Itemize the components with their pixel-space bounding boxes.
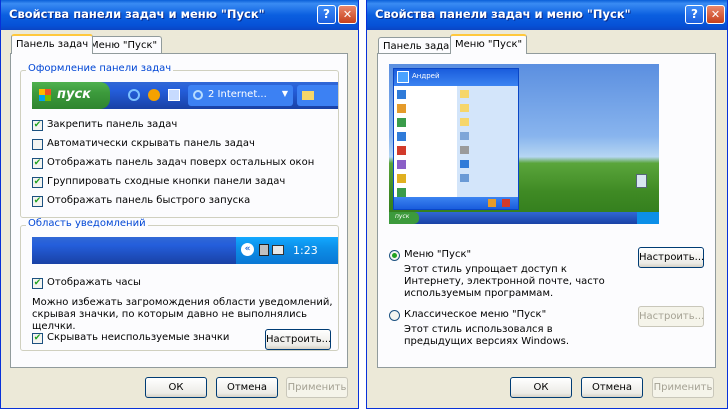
tab-panel: Андрей пуск Меню "Пуск" Этот стиль упрощ… — [377, 53, 716, 368]
help-button[interactable]: ? — [317, 5, 336, 24]
taskbar-preview: пуск 2 Internet... ▼ — [32, 82, 338, 109]
checkbox-auto-hide[interactable] — [32, 139, 43, 150]
checkbox-group-buttons[interactable]: ✔ — [32, 177, 43, 188]
close-button[interactable]: ✕ — [338, 5, 357, 24]
customize-start-menu-button[interactable]: Настроить... — [638, 247, 704, 268]
tab-panel: Оформление панели задач пуск 2 Internet.… — [10, 53, 348, 368]
start-menu-right-column — [457, 86, 518, 197]
recycle-bin-icon — [636, 174, 647, 188]
butterfly-icon — [397, 71, 409, 83]
ok-button[interactable]: ОК — [510, 377, 572, 398]
tab-taskbar[interactable]: Панель задач — [378, 37, 461, 54]
mini-taskbar: пуск — [389, 212, 659, 224]
help-button[interactable]: ? — [685, 5, 704, 24]
option-label: Классическое меню "Пуск" — [404, 309, 547, 320]
app-icon — [397, 104, 406, 113]
user-name: Андрей — [412, 72, 440, 80]
option-label: Скрывать неиспользуемые значки — [47, 332, 230, 343]
app-icon — [397, 132, 406, 141]
apply-button[interactable]: Применить — [286, 377, 348, 398]
cancel-button[interactable]: Отмена — [581, 377, 643, 398]
group-label: Область уведомлений — [26, 218, 148, 229]
classic-menu-description: Этот стиль использовался в предыдущих ве… — [404, 324, 570, 347]
computer-icon — [460, 132, 469, 140]
checkbox-show-clock[interactable]: ✔ — [32, 278, 43, 289]
gear-icon — [460, 146, 469, 154]
checkbox-on-top[interactable]: ✔ — [32, 158, 43, 169]
close-button[interactable]: ✕ — [706, 5, 725, 24]
option-label: Отображать панель задач поверх остальных… — [47, 157, 315, 168]
network-icon — [259, 244, 269, 256]
ie-icon — [193, 90, 203, 100]
right-dialog-window: Свойства панели задач и меню "Пуск" ? ✕ … — [366, 0, 728, 409]
start-menu-footer — [394, 197, 518, 209]
task-button-preview: 2 Internet... ▼ — [188, 85, 293, 106]
desktop-icon — [168, 89, 180, 101]
group-label: Оформление панели задач — [26, 63, 174, 74]
radio-classic-menu[interactable] — [389, 310, 400, 321]
option-label: Закрепить панель задач — [47, 119, 178, 130]
notification-preview: « 1:23 — [32, 237, 338, 264]
start-menu-mock: Андрей — [393, 68, 519, 210]
ie-icon — [128, 89, 140, 101]
checkbox-lock-taskbar[interactable]: ✔ — [32, 120, 43, 131]
left-dialog-window: Свойства панели задач и меню "Пуск" ? ✕ … — [0, 0, 359, 409]
title-bar[interactable]: Свойства панели задач и меню "Пуск" ? ✕ — [1, 0, 358, 30]
app-icon — [397, 160, 406, 169]
tab-start-menu[interactable]: Меню "Пуск" — [450, 34, 528, 54]
customize-classic-menu-button[interactable]: Настроить... — [638, 306, 704, 327]
start-menu-left-column — [394, 86, 457, 197]
radio-start-menu[interactable] — [389, 250, 400, 261]
start-label: пуск — [57, 87, 91, 102]
option-label: Отображать часы — [47, 277, 141, 288]
folder-icon — [460, 118, 469, 126]
folder-icon — [460, 90, 469, 98]
start-menu-description: Этот стиль упрощает доступ к Интернету, … — [404, 264, 605, 299]
window-title: Свойства панели задач и меню "Пуск" — [9, 7, 265, 21]
option-label: Автоматически скрывать панель задач — [47, 138, 255, 149]
app-icon — [397, 174, 406, 183]
clock: 1:23 — [293, 244, 318, 257]
app-icon — [397, 146, 406, 155]
folder-icon — [460, 104, 469, 112]
tab-start-menu[interactable]: Меню "Пуск" — [85, 36, 163, 53]
app-icon — [397, 90, 406, 99]
tab-taskbar[interactable]: Панель задач — [11, 34, 94, 54]
customize-button[interactable]: Настроить... — [265, 329, 331, 350]
mini-tray — [637, 212, 659, 224]
expand-tray-icon: « — [241, 243, 254, 256]
window-title: Свойства панели задач и меню "Пуск" — [375, 7, 631, 21]
title-bar[interactable]: Свойства панели задач и меню "Пуск" ? ✕ — [367, 0, 727, 30]
checkbox-hide-icons[interactable]: ✔ — [32, 333, 43, 344]
apply-button[interactable]: Применить — [652, 377, 714, 398]
start-button-preview: пуск — [32, 82, 110, 109]
start-menu-preview: Андрей пуск — [389, 64, 659, 224]
help-icon — [460, 160, 469, 168]
search-icon — [460, 174, 469, 182]
logoff-icon — [488, 199, 496, 207]
printer-icon — [272, 245, 284, 255]
windows-logo-icon — [39, 89, 51, 101]
task-button-preview-folder — [297, 85, 338, 106]
checkbox-quick-launch[interactable]: ✔ — [32, 196, 43, 207]
task-label: 2 Internet... — [208, 89, 267, 100]
shutdown-icon — [502, 199, 510, 207]
cancel-button[interactable]: Отмена — [216, 377, 278, 398]
notify-description: Можно избежать загромождения области уве… — [32, 297, 333, 332]
tray-area: « 1:23 — [236, 237, 338, 264]
ok-button[interactable]: ОК — [145, 377, 207, 398]
chevron-down-icon: ▼ — [281, 89, 288, 98]
folder-icon — [302, 91, 314, 100]
option-label: Группировать сходные кнопки панели задач — [47, 176, 286, 187]
app-icon — [397, 188, 406, 197]
option-label: Меню "Пуск" — [404, 249, 472, 260]
option-label: Отображать панель быстрого запуска — [47, 195, 251, 206]
app-icon — [397, 118, 406, 127]
start-menu-header: Андрей — [394, 69, 518, 86]
mini-start-label: пуск — [395, 213, 410, 220]
radio-selected-dot — [392, 253, 397, 258]
media-icon — [148, 89, 160, 101]
